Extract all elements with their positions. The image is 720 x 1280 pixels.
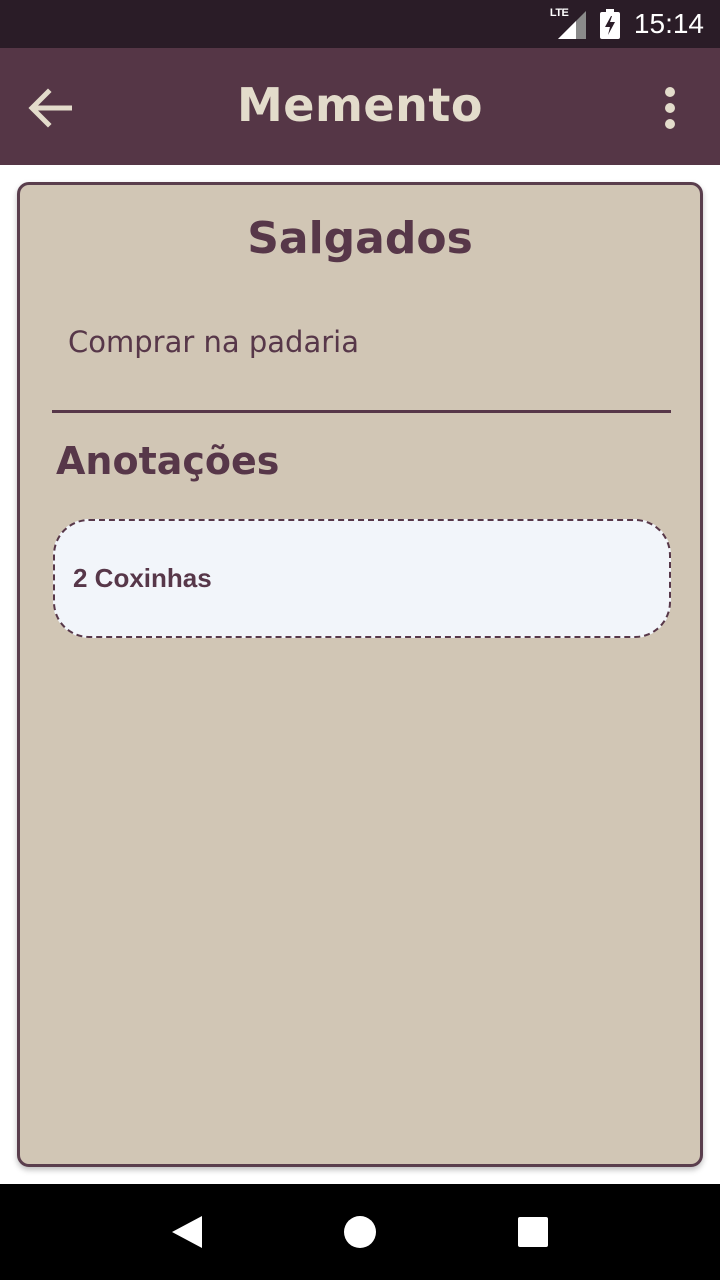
note-description: Comprar na padaria <box>68 325 359 359</box>
nav-back-icon <box>171 1216 202 1248</box>
status-clock: 15:14 <box>633 8 704 39</box>
lte-signal-icon: LTE <box>550 7 586 39</box>
nav-home-icon <box>343 1216 376 1248</box>
nav-recents-button[interactable] <box>493 1192 573 1272</box>
status-bar: LTE 15:14 <box>0 0 720 48</box>
annotation-item[interactable]: 2 Coxinhas <box>53 519 671 638</box>
overflow-menu-button[interactable] <box>640 78 700 138</box>
app-bar: Memento <box>0 48 720 165</box>
nav-back-button[interactable] <box>147 1192 227 1272</box>
system-nav-bar <box>0 1184 720 1280</box>
note-card: Salgados Comprar na padaria Anotações 2 … <box>17 182 703 1167</box>
annotation-text: 2 Coxinhas <box>73 563 212 593</box>
nav-home-button[interactable] <box>320 1192 400 1272</box>
divider <box>52 410 671 413</box>
note-title: Salgados <box>247 213 473 264</box>
app-title: Memento <box>237 78 483 132</box>
battery-charging-icon <box>599 9 620 39</box>
nav-recents-icon <box>518 1217 549 1247</box>
more-vert-icon <box>665 87 675 129</box>
annotations-header: Anotações <box>56 439 280 483</box>
